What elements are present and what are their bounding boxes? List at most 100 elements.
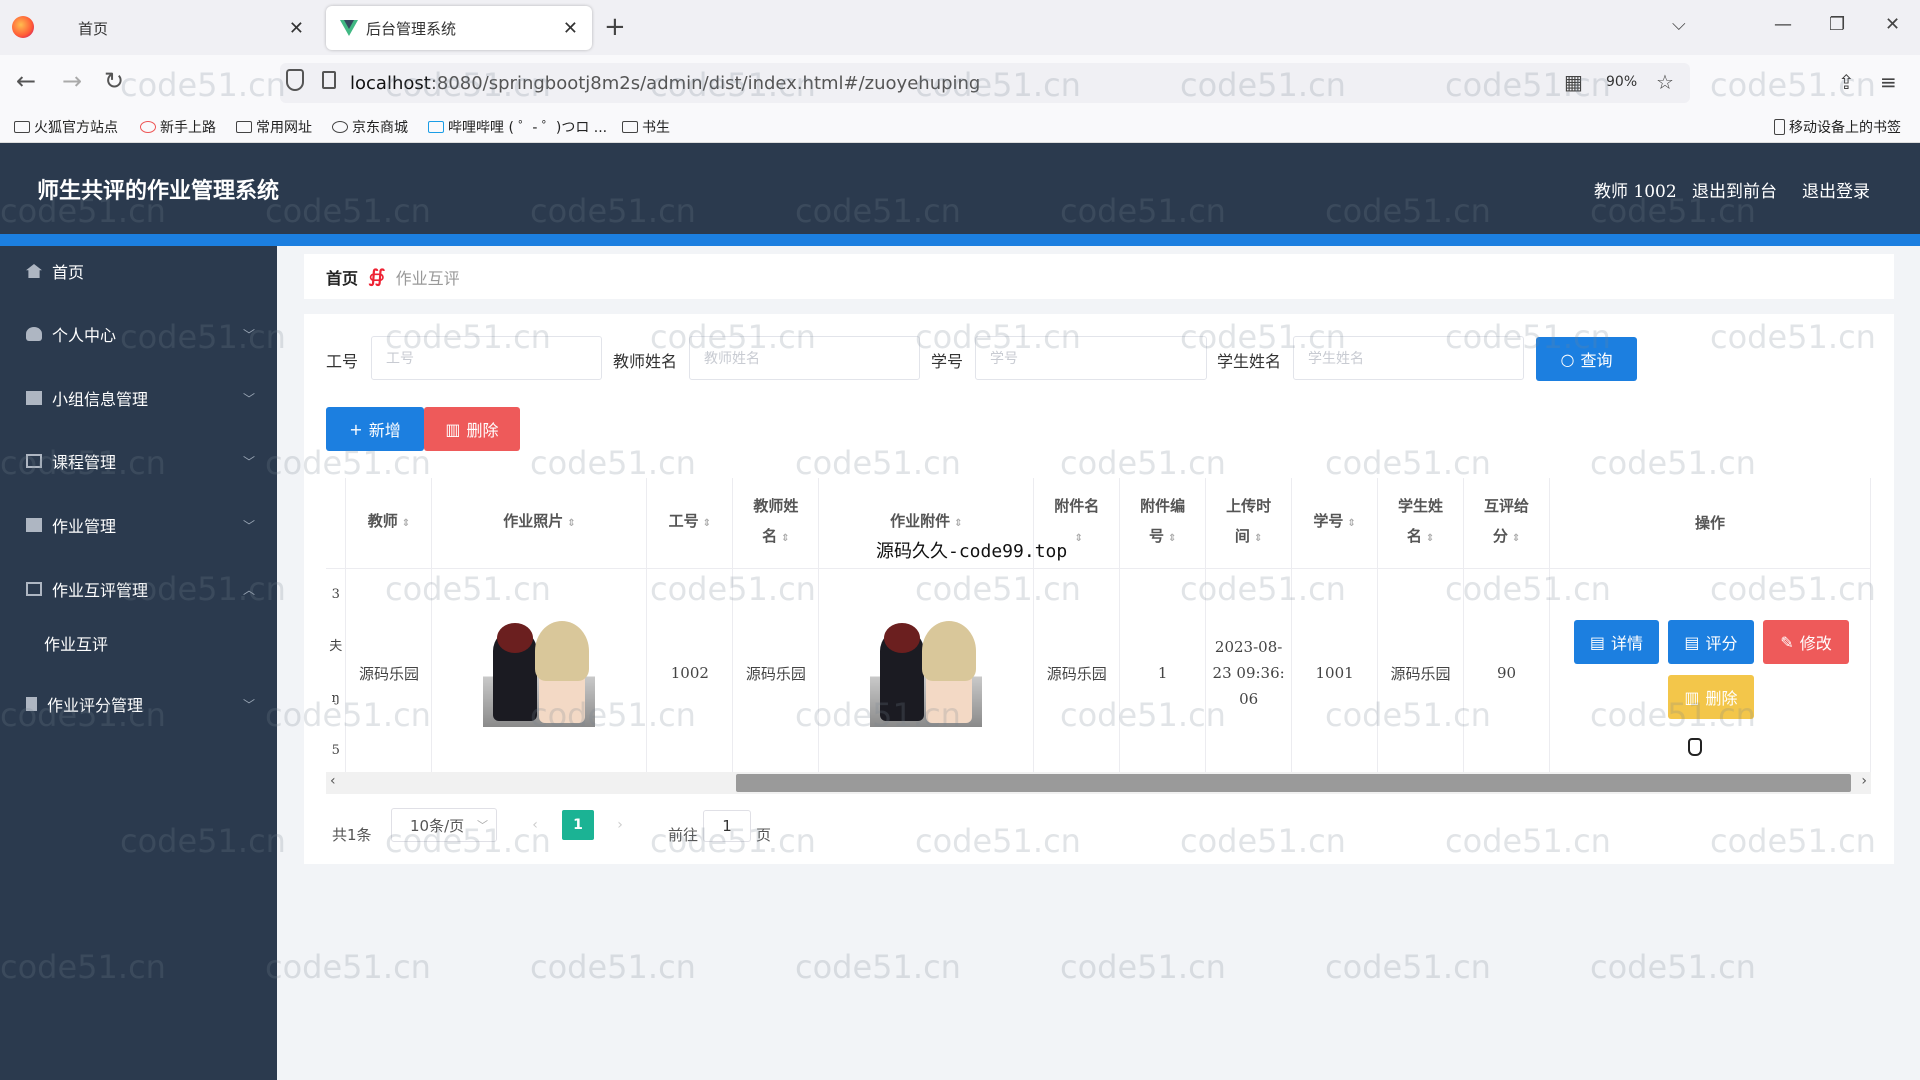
rate-button[interactable]: ▤ 评分 [1668, 620, 1754, 664]
breadcrumb-home[interactable]: 首页 [326, 265, 358, 289]
zoom-level[interactable]: 90% [1606, 74, 1637, 90]
firefox-bookmark-icon [140, 121, 156, 133]
cell-student-no: 1001 [1291, 568, 1379, 779]
bookmark-item[interactable]: 常用网址 [236, 117, 312, 137]
next-page-button[interactable]: › [604, 810, 636, 840]
sidebar-item-groups[interactable]: 小组信息管理 ﹀ [0, 373, 277, 423]
rate-button-label: 评分 [1705, 634, 1738, 653]
chevron-down-icon: ﹀ [242, 518, 255, 533]
reload-icon[interactable]: ↻ [104, 67, 124, 95]
table-header-cut [326, 478, 347, 569]
header-teacher[interactable]: 教师 ⇕ [345, 478, 433, 569]
prev-page-button[interactable]: ‹ [519, 810, 551, 840]
job-no-input[interactable]: 工号 [371, 336, 602, 380]
minimize-button[interactable]: — [1774, 14, 1792, 35]
goto-suffix: 页 [756, 826, 772, 844]
bookmark-item[interactable]: 书生 [622, 117, 670, 137]
sidebar-item-profile[interactable]: 个人中心 ﹀ [0, 309, 277, 359]
delete-button[interactable]: ▥ 删除 [424, 407, 520, 451]
folder-icon [236, 121, 252, 133]
bookmark-label: 京东商城 [352, 120, 408, 136]
header-teacher-name[interactable]: 教师姓名 ⇕ [732, 478, 820, 569]
page-icon[interactable] [322, 71, 336, 89]
back-icon[interactable]: ← [16, 67, 36, 95]
detail-button[interactable]: ▤ 详情 [1574, 620, 1659, 664]
attachment-image[interactable] [870, 615, 983, 727]
sidebar-item-courses[interactable]: 课程管理 ﹀ [0, 436, 277, 486]
address-bar[interactable]: localhost:8080/springbootj8m2s/admin/dis… [280, 63, 1690, 103]
cut-cell: 3夫ŋ5 [326, 568, 347, 779]
firefox-icon[interactable] [12, 16, 34, 38]
scroll-left-icon[interactable]: ‹ [330, 773, 336, 789]
sidebar-item-grading[interactable]: 作业评分管理 ﹀ [0, 679, 277, 729]
browser-tab-bar: 首页 ✕ 后台管理系统 ✕ + ⌵ — ❐ ✕ [0, 0, 1920, 55]
page-1-button[interactable]: 1 [562, 810, 594, 840]
user-icon [26, 327, 42, 341]
page-size-select[interactable]: 10条/页 ﹀ [391, 808, 497, 842]
restore-button[interactable]: ❐ [1829, 14, 1845, 35]
menu-icon[interactable]: ≡ [1880, 70, 1897, 94]
tab-list-icon[interactable]: ⌵ [1672, 14, 1686, 35]
table-header-row: 教师 ⇕ 作业照片 ⇕ 工号 ⇕ 教师姓名 ⇕ 作业附件 ⇕ 附件名 ⇕ 附件编号 ⇕ 上传时… [326, 478, 1871, 569]
logout-link[interactable]: 退出登录 [1802, 177, 1870, 202]
tab-admin[interactable]: 后台管理系统 ✕ [326, 6, 592, 50]
horizontal-scrollbar[interactable]: ‹ › [326, 772, 1871, 794]
star-icon[interactable]: ☆ [1656, 70, 1674, 94]
tab-home[interactable]: 首页 ✕ [50, 6, 318, 50]
header-student-name[interactable]: 学生姓名 ⇕ [1377, 478, 1465, 569]
student-no-input[interactable]: 学号 [975, 336, 1207, 380]
overlay-text: 源码久久-code99.top [876, 541, 1068, 562]
cell-operations [1549, 568, 1871, 779]
bookmark-label: 移动设备上的书签 [1789, 120, 1901, 136]
qr-code-icon[interactable]: ▦ [1564, 70, 1583, 94]
close-icon[interactable]: ✕ [563, 18, 578, 39]
trash-icon: ▥ [1684, 687, 1700, 707]
row-delete-button[interactable]: ▥ 删除 [1668, 675, 1754, 719]
close-icon[interactable]: ✕ [289, 18, 304, 39]
row-delete-button-label: 删除 [1705, 689, 1738, 708]
sidebar-item-label: 作业评分管理 [47, 696, 144, 715]
chevron-down-icon: ﹀ [242, 454, 255, 469]
browser-nav-bar: ← → ↻ localhost:8080/springbootj8m2s/adm… [0, 55, 1920, 110]
header-attachment-no[interactable]: 附件编号 ⇕ [1119, 478, 1207, 569]
close-window-button[interactable]: ✕ [1885, 14, 1900, 35]
scroll-right-icon[interactable]: › [1861, 773, 1867, 789]
header-job-no[interactable]: 工号 ⇕ [646, 478, 734, 569]
sidebar-item-peer-review[interactable]: 作业互评管理 ︿ [0, 564, 277, 614]
edit-button[interactable]: ✎ 修改 [1763, 620, 1849, 664]
header-upload-time[interactable]: 上传时间 ⇕ [1205, 478, 1293, 569]
query-button[interactable]: ○ 查询 [1536, 337, 1637, 381]
forward-icon[interactable]: → [62, 67, 82, 95]
sidebar-item-home[interactable]: 首页 [0, 246, 277, 296]
sidebar-item-label: 作业互评管理 [52, 581, 149, 600]
bookmark-item[interactable]: 火狐官方站点 [14, 117, 118, 137]
extensions-icon[interactable]: ⇪ [1838, 70, 1855, 94]
student-name-input[interactable]: 学生姓名 [1293, 336, 1524, 380]
header-photo[interactable]: 作业照片 ⇕ [431, 478, 648, 569]
search-icon: ○ [1560, 349, 1575, 369]
homework-photo-image[interactable] [483, 615, 596, 727]
label-student-no: 学号 [931, 352, 964, 371]
add-button-label: 新增 [368, 421, 401, 440]
shield-icon[interactable] [286, 69, 304, 91]
to-front-link[interactable]: 退出到前台 [1692, 177, 1777, 202]
scrollbar-thumb[interactable] [736, 774, 1851, 792]
header-score[interactable]: 互评给分 ⇕ [1463, 478, 1550, 569]
sidebar-subitem-peer-review[interactable]: 作业互评 [44, 631, 108, 655]
header-student-no[interactable]: 学号 ⇕ [1291, 478, 1379, 569]
bookmark-item[interactable]: 京东商城 [332, 117, 408, 137]
goto-page-input[interactable]: 1 [703, 810, 751, 842]
sidebar-item-homework[interactable]: 作业管理 ﹀ [0, 500, 277, 550]
list-icon [26, 391, 42, 405]
teacher-name-input[interactable]: 教师姓名 [689, 336, 920, 380]
folder-icon [14, 121, 30, 133]
bookmark-item[interactable]: 哔哩哔哩 ( ゜- ゜)つロ ... [428, 117, 607, 137]
cell-attachment-name: 源码乐园 [1033, 568, 1121, 779]
label-teacher-name: 教师姓名 [613, 352, 678, 371]
trash-icon: ▥ [445, 419, 461, 439]
add-button[interactable]: + 新增 [326, 407, 424, 451]
plus-icon: + [349, 419, 363, 439]
new-tab-button[interactable]: + [604, 12, 626, 42]
bookmark-item[interactable]: 新手上路 [140, 117, 216, 137]
mobile-bookmarks[interactable]: 移动设备上的书签 [1774, 117, 1901, 137]
